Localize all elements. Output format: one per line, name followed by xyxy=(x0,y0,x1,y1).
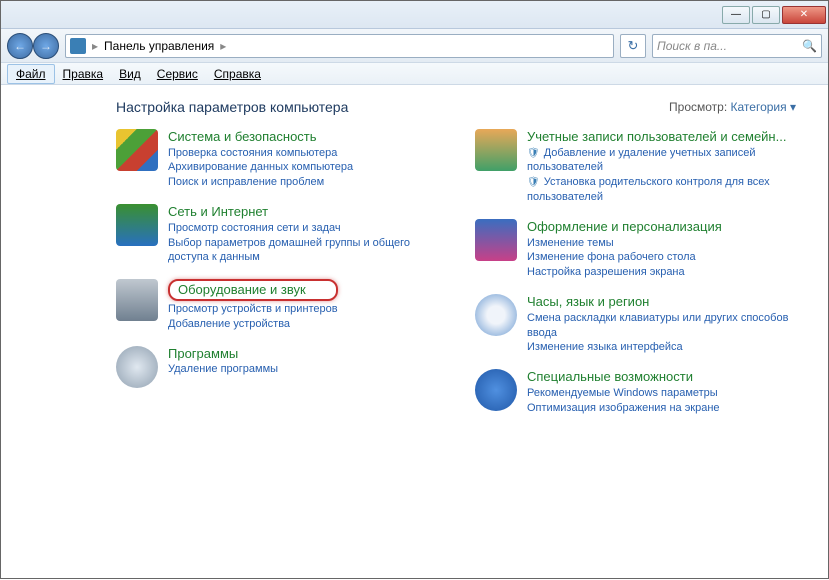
category-task[interactable]: Архивирование данных компьютера xyxy=(168,160,353,175)
search-placeholder: Поиск в па... xyxy=(657,39,727,53)
maximize-button[interactable]: ▢ xyxy=(752,6,780,24)
category: Оформление и персонализацияИзменение тем… xyxy=(475,219,804,280)
category-title[interactable]: Часы, язык и регион xyxy=(527,294,804,310)
ic-security-icon xyxy=(116,129,158,171)
category-title[interactable]: Учетные записи пользователей и семейн... xyxy=(527,129,804,145)
category: Сеть и ИнтернетПросмотр состояния сети и… xyxy=(116,204,445,265)
category: ПрограммыУдаление программы xyxy=(116,346,445,388)
back-button[interactable]: ← xyxy=(7,33,33,59)
category-task[interactable]: Поиск и исправление проблем xyxy=(168,175,353,190)
category-task[interactable]: Просмотр устройств и принтеров xyxy=(168,302,338,317)
category-column-right: Учетные записи пользователей и семейн...… xyxy=(475,129,804,416)
category-title[interactable]: Программы xyxy=(168,346,278,362)
control-panel-icon xyxy=(70,38,86,54)
breadcrumb-sep: ▸ xyxy=(220,39,226,53)
category-task[interactable]: Удаление программы xyxy=(168,362,278,377)
category-text: Учетные записи пользователей и семейн...… xyxy=(527,129,804,205)
ic-programs-icon xyxy=(116,346,158,388)
category-text: Специальные возможностиРекомендуемые Win… xyxy=(527,369,720,415)
category-task[interactable]: Изменение языка интерфейса xyxy=(527,340,804,355)
category-task[interactable]: Добавление и удаление учетных записей по… xyxy=(527,146,804,176)
view-by: Просмотр: Категория ▾ xyxy=(669,100,796,114)
breadcrumb-sep: ▸ xyxy=(92,39,98,53)
category-text: Часы, язык и регионСмена раскладки клави… xyxy=(527,294,804,355)
category-task[interactable]: Установка родительского контроля для все… xyxy=(527,175,804,205)
category-column-left: Система и безопасностьПроверка состояния… xyxy=(116,129,445,416)
menu-file[interactable]: Файл xyxy=(7,64,55,84)
category-text: Оформление и персонализацияИзменение тем… xyxy=(527,219,722,280)
category: Часы, язык и регионСмена раскладки клави… xyxy=(475,294,804,355)
category-task[interactable]: Изменение фона рабочего стола xyxy=(527,250,722,265)
address-bar: ← → ▸ Панель управления ▸ ↻ Поиск в па..… xyxy=(1,29,828,63)
breadcrumb[interactable]: ▸ Панель управления ▸ xyxy=(65,34,614,58)
ic-network-icon xyxy=(116,204,158,246)
category: Специальные возможностиРекомендуемые Win… xyxy=(475,369,804,415)
category-title[interactable]: Оформление и персонализация xyxy=(527,219,722,235)
page-title: Настройка параметров компьютера xyxy=(116,99,348,115)
close-button[interactable]: ✕ xyxy=(782,6,826,24)
category: Учетные записи пользователей и семейн...… xyxy=(475,129,804,205)
breadcrumb-item[interactable]: Панель управления xyxy=(104,39,214,53)
ic-users-icon xyxy=(475,129,517,171)
category-task[interactable]: Проверка состояния компьютера xyxy=(168,146,353,161)
category-text: Сеть и ИнтернетПросмотр состояния сети и… xyxy=(168,204,445,265)
category-task[interactable]: Смена раскладки клавиатуры или других сп… xyxy=(527,311,804,341)
category-task[interactable]: Добавление устройства xyxy=(168,317,338,332)
category-task[interactable]: Настройка разрешения экрана xyxy=(527,265,722,280)
minimize-button[interactable]: — xyxy=(722,6,750,24)
category-task[interactable]: Изменение темы xyxy=(527,236,722,251)
search-icon: 🔍 xyxy=(802,39,817,53)
view-by-label: Просмотр: xyxy=(669,100,727,114)
view-by-dropdown[interactable]: Категория ▾ xyxy=(731,100,796,114)
window-titlebar: — ▢ ✕ xyxy=(1,1,828,29)
category-text: Система и безопасностьПроверка состояния… xyxy=(168,129,353,190)
ic-access-icon xyxy=(475,369,517,411)
menu-help[interactable]: Справка xyxy=(206,65,269,83)
category-title[interactable]: Сеть и Интернет xyxy=(168,204,445,220)
category: Система и безопасностьПроверка состояния… xyxy=(116,129,445,190)
category-task[interactable]: Выбор параметров домашней группы и общег… xyxy=(168,236,445,266)
forward-button[interactable]: → xyxy=(33,33,59,59)
menu-service[interactable]: Сервис xyxy=(149,65,206,83)
category-task[interactable]: Просмотр состояния сети и задач xyxy=(168,221,445,236)
refresh-button[interactable]: ↻ xyxy=(620,34,646,58)
menu-view[interactable]: Вид xyxy=(111,65,149,83)
content-area: Настройка параметров компьютера Просмотр… xyxy=(1,85,828,580)
category: Оборудование и звукПросмотр устройств и … xyxy=(116,279,445,331)
ic-clock-icon xyxy=(475,294,517,336)
ic-appearance-icon xyxy=(475,219,517,261)
menu-bar: Файл Правка Вид Сервис Справка xyxy=(1,63,828,85)
category-task[interactable]: Рекомендуемые Windows параметры xyxy=(527,386,720,401)
category-title[interactable]: Система и безопасность xyxy=(168,129,353,145)
category-text: ПрограммыУдаление программы xyxy=(168,346,278,388)
category-title[interactable]: Специальные возможности xyxy=(527,369,720,385)
search-input[interactable]: Поиск в па... 🔍 xyxy=(652,34,822,58)
category-title[interactable]: Оборудование и звук xyxy=(168,279,338,301)
ic-hardware-icon xyxy=(116,279,158,321)
menu-edit[interactable]: Правка xyxy=(55,65,112,83)
category-task[interactable]: Оптимизация изображения на экране xyxy=(527,401,720,416)
category-text: Оборудование и звукПросмотр устройств и … xyxy=(168,279,338,331)
